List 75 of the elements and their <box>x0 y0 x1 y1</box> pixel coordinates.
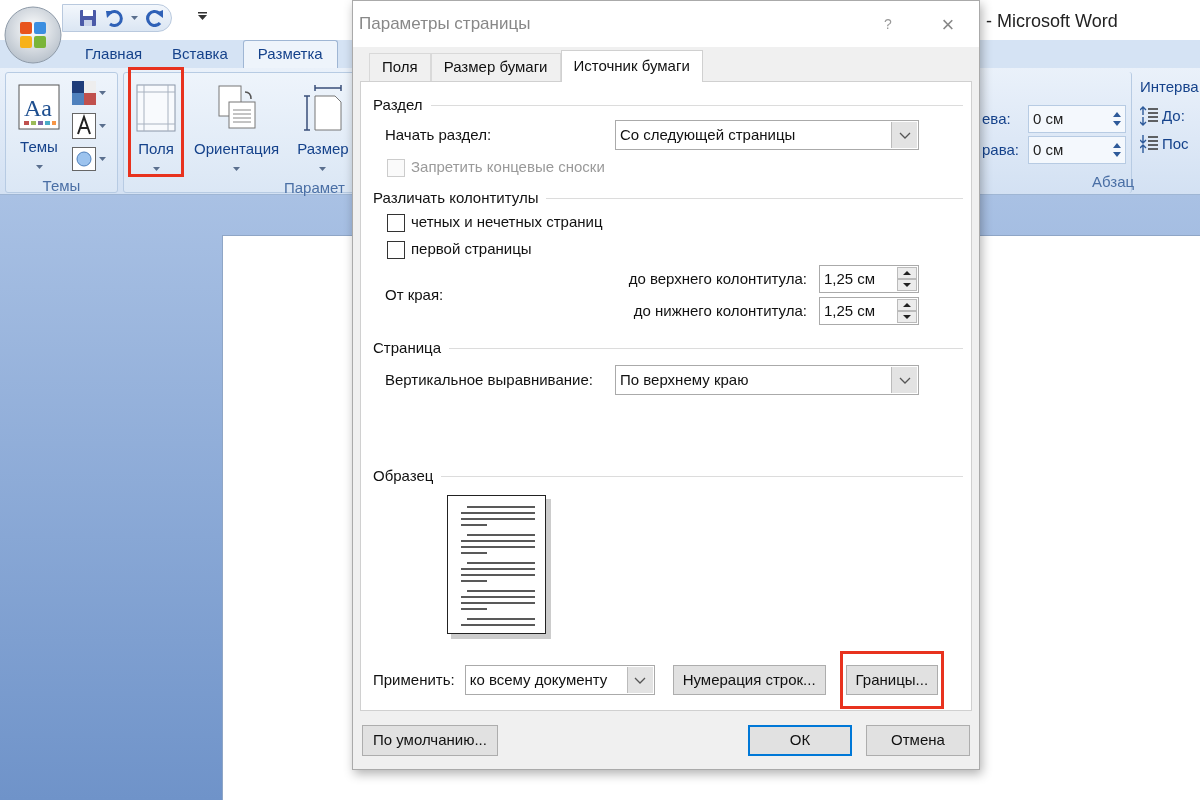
undo-icon[interactable] <box>105 9 123 27</box>
spin-field[interactable]: 0 см <box>1028 136 1126 164</box>
chevron-down-icon <box>634 676 647 684</box>
dialog-button[interactable]: По умолчанию... <box>362 725 498 756</box>
field-label: Начать раздел: <box>385 124 493 145</box>
field-label: рава: <box>982 139 1020 160</box>
checkbox-label: первой страницы <box>411 239 532 260</box>
chevron-down-icon <box>898 131 911 139</box>
size-icon <box>302 84 343 132</box>
caret-icon <box>35 164 43 169</box>
field-label: до верхнего колонтитула: <box>628 268 807 289</box>
caret-icon <box>99 157 106 161</box>
ribbon-button[interactable]: Ориентация <box>192 84 282 171</box>
dialog-title: Параметры страницы <box>359 13 532 36</box>
group-label: Интерва <box>1140 77 1199 97</box>
caret-icon <box>99 124 106 128</box>
ribbon-tab[interactable]: Разметка <box>242 40 338 68</box>
section-heading: Образец <box>373 465 434 486</box>
field-label: Применить: <box>373 669 455 690</box>
theme-fonts-icon[interactable] <box>72 113 96 139</box>
dropdown[interactable]: Со следующей страницы <box>615 120 919 150</box>
section-heading: Различать колонтитулы <box>373 187 539 208</box>
spin-field[interactable]: 1,25 см <box>819 265 919 293</box>
dialog-button[interactable]: Нумерация строк... <box>672 665 826 695</box>
caret-icon <box>319 166 327 171</box>
checkbox[interactable] <box>387 213 405 232</box>
spacing-after-icon <box>1140 134 1158 155</box>
spin-arrows-icon <box>1113 142 1121 158</box>
window-title: - Microsoft Word <box>986 10 1118 33</box>
dialog-tab[interactable]: Размер бумаги <box>430 53 561 81</box>
ribbon-button[interactable]: До: <box>1140 104 1199 127</box>
theme-colors-icon[interactable] <box>72 81 96 105</box>
caret-icon <box>99 91 106 95</box>
margins-icon <box>136 84 176 132</box>
theme-effects-icon[interactable] <box>72 147 96 171</box>
checkbox-label: Запретить концевые сноски <box>411 157 605 178</box>
caret-icon <box>152 166 160 171</box>
ribbon-button[interactable]: Пос <box>1140 133 1199 156</box>
spin-field[interactable]: 0 см <box>1028 105 1126 133</box>
caret-icon <box>131 16 138 20</box>
ribbon-button[interactable]: Поля <box>134 84 178 171</box>
field-label: От края: <box>385 284 445 305</box>
redo-icon[interactable] <box>146 9 164 27</box>
save-icon[interactable] <box>79 9 97 27</box>
group-label: Темы <box>41 175 82 196</box>
checkbox-label: четных и нечетных страниц <box>411 212 603 233</box>
spacing-before-icon <box>1140 105 1158 126</box>
field-label: Вертикальное выравнивание: <box>385 369 594 390</box>
dialog-button[interactable]: Границы... <box>845 665 939 695</box>
dialog-tab[interactable]: Источник бумаги <box>560 50 703 82</box>
dialog-button[interactable]: ОК <box>748 725 852 756</box>
orientation-icon <box>216 84 257 132</box>
spin-arrows-icon <box>1113 111 1121 127</box>
dialog-tab[interactable]: Поля <box>369 53 431 81</box>
dialog-button[interactable]: Отмена <box>866 725 970 756</box>
caret-icon <box>233 166 241 171</box>
checkbox[interactable] <box>387 240 405 259</box>
field-label: ева: <box>982 108 1012 129</box>
chevron-down-icon <box>898 376 911 384</box>
ribbon-tab[interactable]: Вставка <box>157 40 243 68</box>
ribbon-tab[interactable]: Главная <box>70 40 158 68</box>
ribbon-button[interactable]: Размер <box>295 84 351 171</box>
dropdown[interactable]: По верхнему краю <box>615 365 919 395</box>
office-button-icon[interactable] <box>4 6 62 64</box>
field-label: до нижнего колонтитула: <box>633 300 807 321</box>
spin-arrows-icon <box>897 267 917 291</box>
close-button[interactable]: × <box>933 7 963 41</box>
themes-icon: Aa <box>18 84 60 130</box>
section-heading: Раздел <box>373 94 423 115</box>
section-heading: Страница <box>373 337 441 358</box>
customize-dropdown-icon[interactable] <box>198 12 207 21</box>
spin-arrows-icon <box>897 299 917 323</box>
dropdown[interactable]: ко всему документу <box>464 665 655 695</box>
spin-field[interactable]: 1,25 см <box>819 297 919 325</box>
ribbon-button[interactable]: Aa Темы <box>16 84 62 169</box>
